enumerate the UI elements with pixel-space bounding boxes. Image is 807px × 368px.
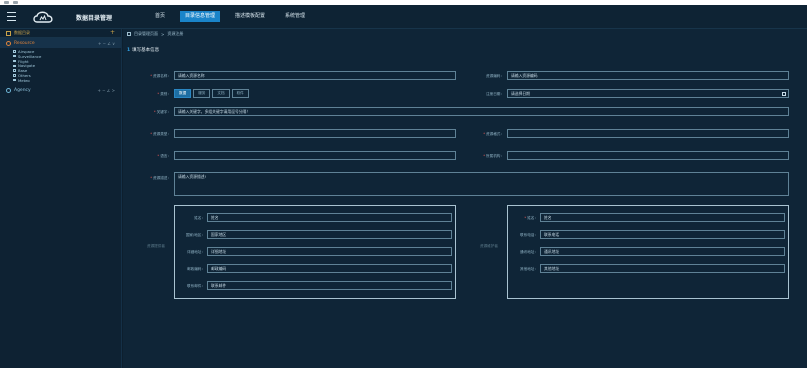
register-date-picker[interactable]: 请选择日期 — [507, 89, 789, 98]
maintainer-tag: 资源维护者 — [480, 244, 498, 248]
resource-format-label: *资源格式： — [483, 132, 504, 136]
maintainer-other-label: 其他地址： — [520, 267, 538, 271]
provider-country-input[interactable]: 国家地区 — [207, 230, 452, 239]
keyword-input[interactable]: 请输入关键字，多组关键字请用逗号分隔！ — [174, 107, 789, 116]
provider-email-input[interactable]: 联系邮件 — [207, 281, 452, 290]
language-label: *语言： — [157, 154, 171, 158]
category-data-radio[interactable]: 数据 — [174, 89, 192, 98]
maintainer-other-input[interactable]: 其他地址 — [540, 264, 785, 273]
folder-icon — [13, 55, 16, 58]
top-bar: 数据目录管理 首页 目录信息管理 描述模板配置 系统管理 — [0, 5, 807, 29]
nav-template-config[interactable]: 描述模板配置 — [230, 11, 270, 22]
tree-node-actions[interactable]: + − ∠ ∨ — [98, 41, 115, 46]
provider-country-label: 国家/地区： — [185, 233, 205, 237]
resource-name-input[interactable]: 请输入资源名称 — [174, 71, 456, 80]
sidebar: 数据目录 + Resource + − ∠ ∨ Airspace Surveil… — [0, 29, 122, 368]
maintainer-address-label: 通讯地址： — [520, 250, 538, 254]
resource-type-input[interactable] — [174, 129, 456, 138]
sidebar-header: 数据目录 + — [0, 29, 121, 38]
resource-code-label: 资源编码： — [486, 74, 504, 78]
provider-address-input[interactable]: 详细地址 — [207, 247, 452, 256]
top-nav: 首页 目录信息管理 描述模板配置 系统管理 — [150, 11, 310, 22]
category-radio-group: 数据 服务 文档 软件 — [174, 89, 249, 98]
maintainer-phone-input[interactable]: 联系电话 — [540, 230, 785, 239]
category-label: *类别： — [157, 92, 171, 96]
folder-icon — [13, 74, 16, 77]
catalog-icon — [6, 30, 11, 36]
provider-tag: 资源提供者 — [147, 244, 165, 248]
category-software-radio[interactable]: 软件 — [231, 89, 249, 98]
resource-name-label: *资源名称： — [150, 74, 171, 78]
sidebar-title: 数据目录 — [14, 30, 30, 35]
resource-format-input[interactable] — [507, 129, 789, 138]
gear-icon — [6, 88, 11, 94]
nav-catalog-info[interactable]: 目录信息管理 — [180, 11, 221, 22]
tree-child-meteo[interactable]: Meteo — [13, 78, 121, 83]
resource-type-label: *资源类型： — [150, 132, 171, 136]
folder-icon — [13, 69, 16, 72]
browser-nav-icon[interactable] — [4, 1, 9, 4]
resource-code-input[interactable]: 请输入资源编码 — [507, 71, 789, 80]
provider-email-label: 联系邮件： — [187, 284, 205, 288]
provider-name-input[interactable]: 姓名 — [207, 213, 452, 222]
main-content: 目录管理页面 > 资源注册 1 填写基本信息 *资源名称： 请输入资源名称 资源编… — [123, 29, 807, 368]
category-document-radio[interactable]: 文档 — [212, 89, 230, 98]
register-date-label: 注册日期： — [486, 92, 504, 96]
maintainer-name-label: *姓名： — [524, 216, 538, 220]
provider-name-label: 姓名： — [194, 216, 205, 220]
folder-icon — [13, 64, 16, 67]
resource-children: Airspace Surveillance Flight Navigate Ba… — [0, 48, 121, 86]
provider-address-label: 详细地址： — [187, 250, 205, 254]
description-label: *资源描述： — [150, 176, 171, 180]
provider-postcode-label: 邮政编码： — [187, 267, 205, 271]
provider-postcode-input[interactable]: 邮政编码 — [207, 264, 452, 273]
folder-icon — [13, 78, 16, 82]
cloud-logo-icon — [33, 11, 53, 23]
maintainer-address-input[interactable]: 通讯地址 — [540, 247, 785, 256]
keyword-label: *关键字： — [153, 110, 171, 114]
tree-node-actions[interactable]: + − ∠ > — [98, 88, 115, 93]
tree-node-agency[interactable]: Agency + − ∠ > — [0, 86, 121, 96]
maintainer-panel: *姓名： 姓名 联系电话： 联系电话 通讯地址： 通讯地址 其他地址： 其他地址 — [507, 205, 789, 299]
agency-input[interactable] — [507, 151, 789, 160]
breadcrumb: 目录管理页面 > 资源注册 — [127, 31, 183, 37]
nav-home[interactable]: 首页 — [150, 11, 170, 22]
tree-node-label: Resource — [14, 40, 35, 46]
home-icon — [127, 32, 131, 36]
app-title: 数据目录管理 — [76, 15, 113, 22]
tree-node-label: Agency — [14, 88, 31, 94]
nav-system[interactable]: 系统管理 — [280, 11, 310, 22]
section-number: 1 — [127, 48, 131, 53]
calendar-icon[interactable] — [782, 91, 786, 96]
maintainer-phone-label: 联系电话： — [520, 233, 538, 237]
description-textarea[interactable]: 请输入资源描述! — [174, 172, 789, 196]
breadcrumb-separator: > — [161, 31, 165, 37]
folder-icon — [13, 50, 16, 53]
breadcrumb-root[interactable]: 目录管理页面 — [134, 31, 158, 37]
category-service-radio[interactable]: 服务 — [193, 89, 211, 98]
language-input[interactable] — [174, 151, 456, 160]
section-title: 1 填写基本信息 — [127, 48, 160, 53]
menu-icon[interactable] — [7, 12, 16, 21]
breadcrumb-current: 资源注册 — [167, 31, 184, 36]
browser-refresh-icon[interactable] — [13, 1, 18, 4]
tree-node-resource[interactable]: Resource + − ∠ ∨ — [0, 38, 121, 48]
provider-panel: 姓名： 姓名 国家/地区： 国家地区 详细地址： 详细地址 邮政编码： 邮政编码… — [174, 205, 456, 299]
maintainer-name-input[interactable]: 姓名 — [540, 213, 785, 222]
folder-icon — [13, 59, 16, 63]
add-catalog-button[interactable]: + — [110, 30, 115, 36]
agency-label: *所属机构： — [483, 154, 504, 158]
gear-icon — [6, 40, 11, 46]
